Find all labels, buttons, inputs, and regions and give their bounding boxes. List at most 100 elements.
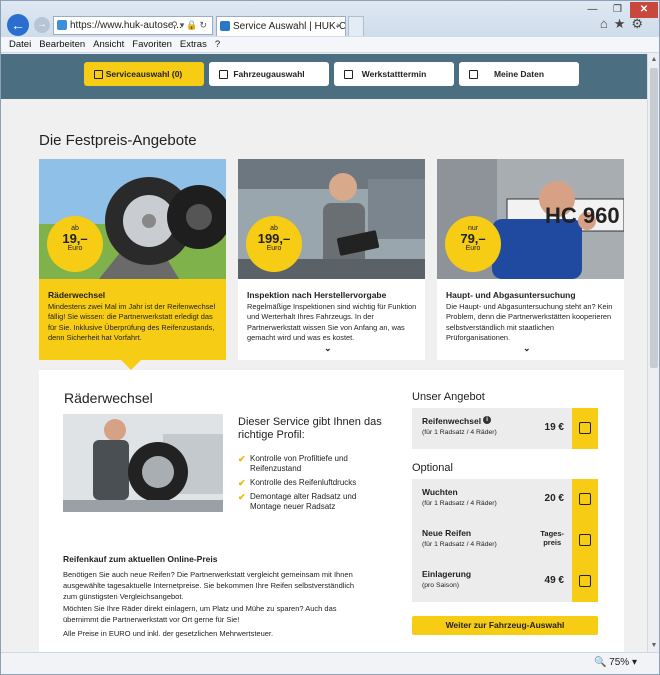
badge-price: 79,– — [460, 231, 486, 246]
feature-item: ✔ Kontrolle von Profiltiefe und Reifenzus… — [238, 454, 348, 473]
paragraph: Benötigen Sie auch neue Reifen? Die Part… — [63, 570, 354, 601]
offer-row-neue-reifen[interactable]: Neue Reifen (für 1 Radsatz / 4 Räder) Ta… — [412, 520, 598, 561]
price-badge: ab 19,– Euro — [47, 216, 103, 272]
optional-heading: Optional — [412, 462, 453, 474]
offer-sub: (für 1 Radsatz / 4 Räder) — [422, 541, 497, 548]
check-icon: ✔ — [238, 492, 246, 502]
badge-currency: Euro — [67, 245, 83, 252]
status-bar: 🔍 75% ▾ — [1, 652, 659, 674]
close-tab-icon[interactable]: × — [336, 17, 342, 36]
badge-currency: Euro — [266, 245, 282, 252]
step-navigation: Serviceauswahl (0) Fahrzeugauswahl Werks… — [1, 54, 647, 99]
address-actions-icon[interactable]: ⚲▾🔒↻ — [171, 17, 209, 34]
address-text: https://www.huk-autose... — [70, 20, 182, 31]
offer-price: 20 € — [544, 493, 564, 504]
offer-price: Tages- preis — [540, 529, 564, 547]
scrollbar-thumb[interactable] — [650, 68, 658, 368]
offer-card-inspektion[interactable]: ab 199,– Euro Inspektion nach Hersteller… — [238, 159, 425, 360]
browser-titlebar: — ❐ ✕ ← → https://www.huk-autose... ⚲▾🔒↻… — [1, 1, 659, 37]
offer-checkbox[interactable] — [572, 408, 598, 449]
site-favicon-icon — [57, 20, 67, 30]
price-badge: ab 199,– Euro — [246, 216, 302, 272]
back-arrow-icon[interactable]: ← — [7, 14, 29, 36]
menu-item[interactable]: Favoriten — [132, 37, 172, 53]
tab-title: Service Auswahl | HUK-CO... — [233, 21, 346, 32]
feature-item: ✔ Kontrolle des Reifenluftdrucks — [238, 478, 357, 488]
badge-price: 199,– — [257, 231, 291, 246]
chevron-down-icon[interactable]: ⌄ — [324, 343, 332, 354]
offer-heading: Unser Angebot — [412, 391, 485, 403]
checkbox-icon — [579, 534, 591, 546]
card-title: Räderwechsel — [48, 290, 106, 300]
step-werkstatttermin[interactable]: Werkstatttermin — [334, 62, 454, 86]
checkbox-icon — [579, 493, 591, 505]
menu-bar: Datei Bearbeiten Ansicht Favoriten Extras? — [1, 37, 659, 53]
menu-item[interactable]: Extras — [180, 37, 207, 53]
offer-card-hu-au[interactable]: HC 960 nur 79,– Euro Haupt- und Abgasunt… — [437, 159, 624, 360]
offer-checkbox[interactable] — [572, 561, 598, 602]
offer-sub: (für 1 Radsatz / 4 Räder) — [422, 500, 497, 507]
scroll-up-icon[interactable]: ▲ — [648, 54, 660, 66]
offer-row-reifenwechsel[interactable]: Reifenwechsel i (für 1 Radsatz / 4 Räder)… — [412, 408, 598, 449]
menu-item[interactable]: Ansicht — [93, 37, 124, 53]
vertical-scrollbar[interactable]: ▲ ▼ — [647, 54, 659, 652]
offer-card-raederwechsel[interactable]: ab 19,– Euro Räderwechsel Mindestens zwe… — [39, 159, 226, 360]
paragraph-note: Alle Preise in EURO und inkl. der gesetz… — [63, 629, 274, 638]
offer-row-einlagerung[interactable]: Einlagerung (pro Saison) 49 € — [412, 561, 598, 602]
offer-name: Neue Reifen — [422, 528, 472, 538]
active-card-pointer — [121, 360, 141, 370]
step-label: Meine Daten — [493, 69, 545, 79]
step-serviceauswahl[interactable]: Serviceauswahl (0) — [84, 62, 204, 86]
info-icon[interactable]: i — [483, 416, 492, 424]
paragraph: Möchten Sie Ihre Räder direkt einlagern,… — [63, 604, 337, 624]
zoom-icon: 🔍 — [593, 657, 607, 668]
forward-arrow-icon[interactable]: → — [34, 17, 50, 33]
plate-text: HC 960 — [545, 203, 620, 228]
tab-favicon-icon — [220, 21, 230, 31]
card-title: Inspektion nach Herstellervorgabe — [247, 290, 387, 300]
zoom-level: 75% — [609, 657, 630, 668]
detail-title: Räderwechsel — [64, 390, 153, 406]
offer-checkbox[interactable] — [572, 520, 598, 561]
detail-panel: Räderwechsel Dieser Service gibt Ihnen d… — [39, 370, 624, 652]
settings-gear-icon[interactable]: ⚙ — [631, 16, 649, 31]
mechanic-wheel-image — [63, 414, 223, 512]
offer-checkbox[interactable] — [572, 479, 598, 520]
step-fahrzeugauswahl[interactable]: Fahrzeugauswahl — [209, 62, 329, 86]
section-title: Die Festpreis-Angebote — [39, 132, 197, 149]
menu-item[interactable]: Bearbeiten — [39, 37, 85, 53]
step-meine-daten[interactable]: Meine Daten — [459, 62, 579, 86]
offer-sub: (für 1 Radsatz / 4 Räder) — [422, 429, 497, 436]
check-icon: ✔ — [238, 478, 246, 488]
card-description: Die Haupt- und Abgasuntersuchung steht a… — [446, 302, 613, 342]
home-icon[interactable]: ⌂ — [600, 16, 614, 31]
browser-tab[interactable]: Service Auswahl | HUK-CO... × — [216, 16, 346, 36]
offer-name: Wuchten — [422, 487, 458, 497]
address-bar[interactable]: https://www.huk-autose... ⚲▾🔒↻ — [53, 16, 213, 35]
step-label: Serviceauswahl (0) — [105, 69, 183, 79]
offer-name: Reifenwechsel i — [422, 416, 492, 426]
main-content: Die Festpreis-Angebote ab 19,– Euro Räde… — [6, 99, 647, 652]
offer-price: 19 € — [544, 422, 564, 433]
feature-item: ✔ Demontage alter Radsatz und Montage neu… — [238, 492, 357, 511]
offer-name: Einlagerung — [422, 569, 472, 579]
offer-row-wuchten[interactable]: Wuchten (für 1 Radsatz / 4 Räder) 20 € — [412, 479, 598, 520]
card-description: Mindestens zwei Mal im Jahr ist der Reif… — [48, 302, 216, 342]
price-badge: nur 79,– Euro — [445, 216, 501, 272]
card-title: Haupt- und Abgasuntersuchung — [446, 290, 576, 300]
offer-price: 49 € — [544, 575, 564, 586]
new-tab-button[interactable] — [348, 16, 364, 36]
check-icon: ✔ — [238, 454, 246, 464]
page-viewport: Serviceauswahl (0) Fahrzeugauswahl Werks… — [1, 54, 647, 652]
menu-item[interactable]: ? — [215, 37, 220, 53]
favorites-star-icon[interactable]: ★ — [614, 16, 632, 31]
menu-item[interactable]: Datei — [9, 37, 31, 53]
badge-currency: Euro — [465, 245, 481, 252]
chevron-down-icon[interactable]: ⌄ — [523, 343, 531, 354]
zoom-control[interactable]: 🔍 75% ▾ — [594, 657, 637, 668]
offer-sub: (pro Saison) — [422, 582, 460, 589]
scroll-down-icon[interactable]: ▼ — [648, 640, 660, 652]
badge-price: 19,– — [62, 231, 88, 246]
continue-button[interactable]: Weiter zur Fahrzeug-Auswahl — [412, 616, 598, 635]
subheading: Reifenkauf zum aktuellen Online-Preis — [63, 554, 218, 564]
